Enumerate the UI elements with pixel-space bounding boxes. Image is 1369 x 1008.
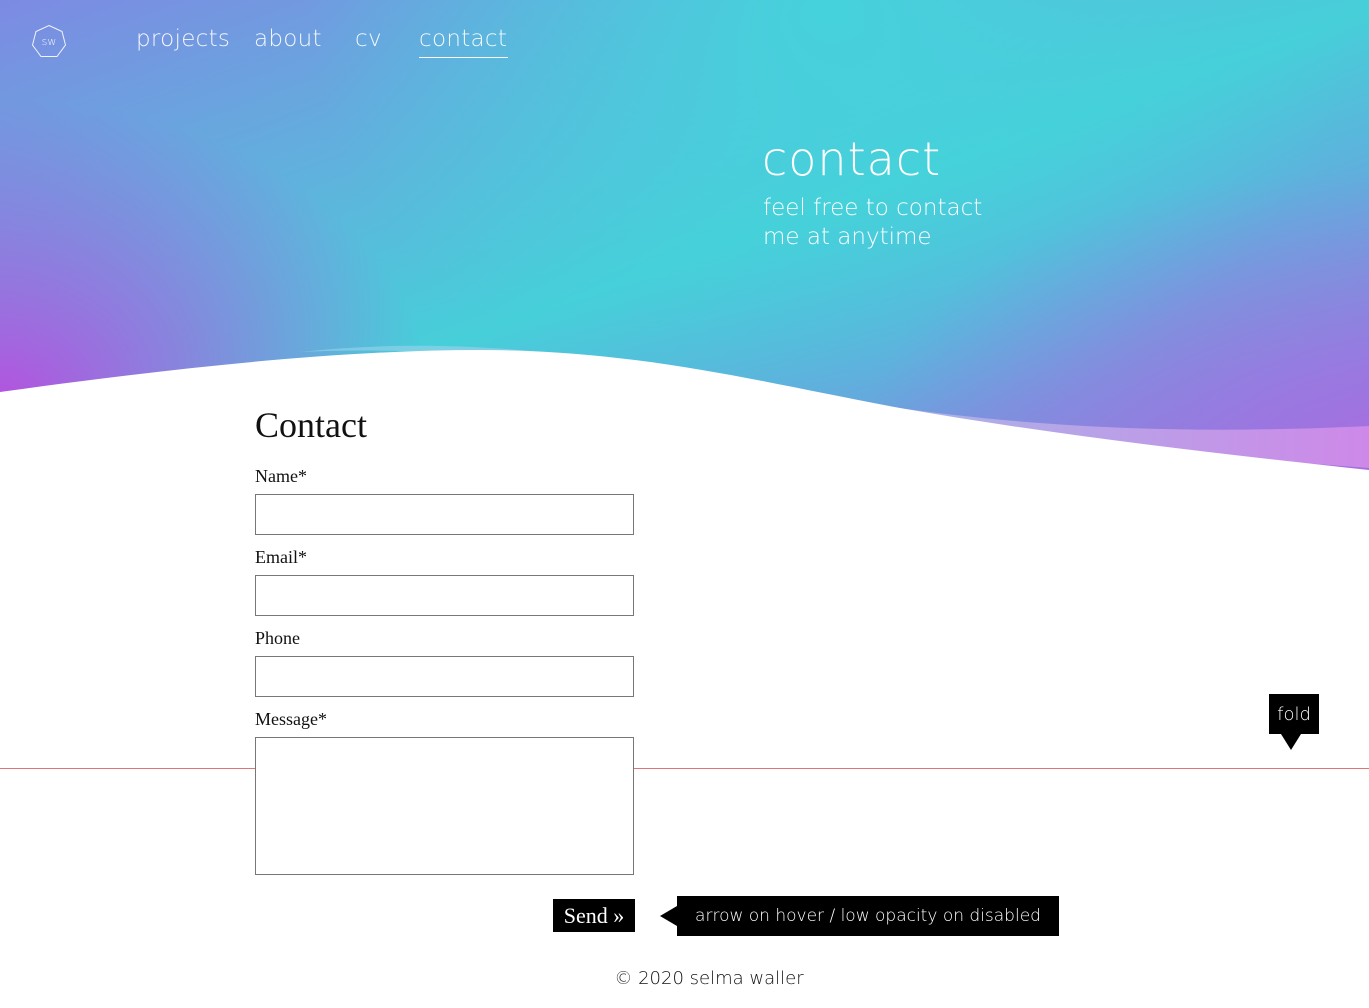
logo-text: sw [41,35,57,48]
hero-subtitle-line-1: feel free to contact [763,195,983,221]
footer-copyright: © 2020 selma waller [614,968,804,989]
logo[interactable]: sw [31,24,67,60]
nav-active-underline [419,57,508,58]
nav-contact-link[interactable]: contact [419,26,507,52]
message-field[interactable] [255,737,634,875]
nav-about-link[interactable]: about [254,26,322,52]
phone-field[interactable] [255,656,634,697]
hero-subtitle: feel free to contact me at anytime [763,194,1063,252]
fold-line [0,768,1369,769]
phone-label: Phone [255,628,300,648]
nav-cv-link[interactable]: cv [355,26,382,52]
send-button[interactable]: Send » [553,899,635,932]
note-pointer-icon [660,906,677,926]
email-label: Email* [255,547,307,567]
hero-wave [0,345,1369,490]
fold-annotation: fold [1269,694,1319,734]
send-button-annotation: arrow on hover / low opacity on disabled [677,896,1059,936]
name-label: Name* [255,466,307,486]
hero-subtitle-line-2: me at anytime [763,224,932,250]
name-field[interactable] [255,494,634,535]
fold-pointer-icon [1281,734,1301,750]
hero-title: contact [762,132,942,186]
email-field[interactable] [255,575,634,616]
nav-projects-link[interactable]: projects [136,26,230,52]
message-label: Message* [255,709,327,729]
form-title: Contact [255,405,367,445]
